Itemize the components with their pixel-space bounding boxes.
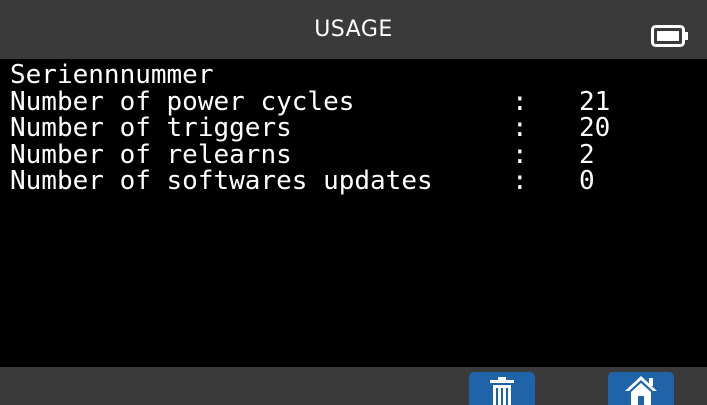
stat-value: 0 — [579, 166, 595, 196]
serial-number-label: Seriennnummer — [10, 60, 214, 90]
stat-row-triggers: Number of triggers : 20 — [10, 115, 700, 142]
stat-label: Number of triggers — [10, 113, 292, 143]
delete-button[interactable] — [469, 372, 535, 405]
trash-icon — [490, 377, 514, 405]
usage-screen: USAGE Seriennnummer Number of power cycl… — [0, 0, 707, 405]
stat-separator: : — [512, 166, 528, 196]
stat-row-relearns: Number of relearns : 2 — [10, 139, 700, 170]
stat-value: 20 — [579, 113, 611, 143]
stat-label: Number of softwares updates — [10, 166, 433, 196]
stat-row-power-cycles: Number of power cycles : 21 — [10, 86, 700, 117]
stat-separator: : — [512, 113, 528, 143]
page-title: USAGE — [314, 17, 393, 42]
stat-row-software-updates: Number of softwares updates : 0 — [10, 168, 700, 195]
serial-number-heading: Seriennnummer — [10, 62, 700, 89]
stat-value: 21 — [579, 86, 611, 117]
stat-separator: : — [512, 86, 528, 117]
bottom-bar — [0, 367, 707, 405]
home-button[interactable] — [608, 372, 674, 405]
battery-full-icon — [651, 25, 688, 47]
stat-value: 2 — [579, 139, 595, 170]
home-icon — [625, 376, 657, 405]
stat-label: Number of power cycles — [10, 86, 355, 117]
stat-separator: : — [512, 139, 528, 170]
stat-label: Number of relearns — [10, 139, 292, 170]
usage-info: Seriennnummer Number of power cycles : 2… — [10, 62, 700, 362]
